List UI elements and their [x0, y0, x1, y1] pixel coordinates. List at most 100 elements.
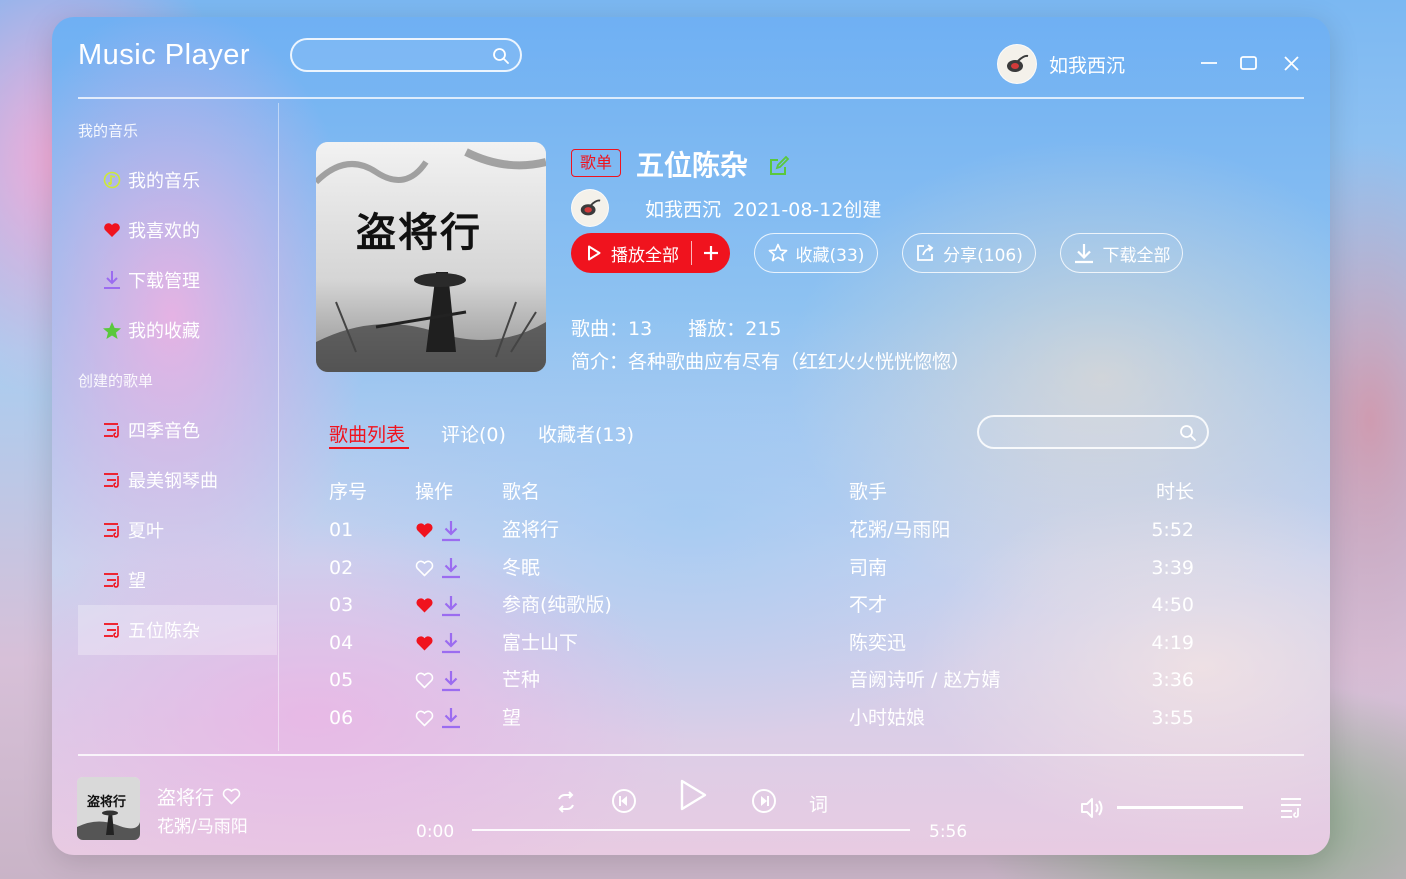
app-window: Music Player 如我西沉 我的音乐 我的音乐 我喜欢的 下载管理 我的… [52, 17, 1330, 855]
play-count: 播放：215 [688, 318, 782, 340]
share-button[interactable]: 分享(106) [902, 233, 1036, 273]
tab-collectors[interactable]: 收藏者(13) [538, 420, 634, 447]
download-icon[interactable] [441, 557, 461, 579]
now-playing-song[interactable]: 盗将行 [157, 783, 214, 810]
table-row[interactable]: 02 冬眠 司南 3:39 [329, 550, 1209, 587]
heart-outline-icon[interactable] [415, 560, 434, 577]
tab-song-list[interactable]: 歌曲列表 [329, 420, 405, 447]
cover-title-text: 盗将行 [356, 209, 482, 256]
row-song-name[interactable]: 冬眠 [502, 550, 540, 587]
row-artist[interactable]: 小时姑娘 [849, 700, 925, 737]
section-title-created: 创建的歌单 [78, 372, 154, 390]
row-song-name[interactable]: 芒种 [502, 662, 540, 699]
creator-name[interactable]: 如我西沉 [645, 195, 721, 222]
download-icon[interactable] [441, 520, 461, 542]
download-icon[interactable] [441, 707, 461, 729]
song-search-box[interactable] [977, 415, 1209, 449]
row-song-name[interactable]: 富士山下 [502, 625, 578, 662]
sidebar-item-liked[interactable]: 我喜欢的 [78, 205, 277, 255]
row-number: 04 [329, 631, 354, 654]
plus-icon [704, 246, 718, 260]
search-box[interactable] [290, 38, 522, 72]
playlist-item[interactable]: 最美钢琴曲 [78, 455, 277, 505]
row-song-name[interactable]: 盗将行 [502, 512, 559, 549]
row-duration: 4:50 [1151, 594, 1194, 616]
search-icon[interactable] [492, 47, 510, 69]
table-row[interactable]: 03 参商(纯歌版) 不才 4:50 [329, 587, 1209, 624]
search-icon[interactable] [1179, 424, 1197, 446]
edit-icon[interactable] [768, 151, 790, 184]
tab-comments[interactable]: 评论(0) [441, 420, 506, 447]
progress-bar[interactable] [472, 829, 910, 831]
row-number: 01 [329, 519, 354, 541]
playlist-label: 夏叶 [128, 521, 164, 542]
volume-button[interactable] [1078, 795, 1106, 821]
now-playing-artist[interactable]: 花粥/马雨阳 [157, 812, 248, 837]
download-icon[interactable] [441, 632, 461, 654]
play-button[interactable] [674, 775, 712, 815]
row-duration: 5:52 [1151, 519, 1194, 541]
volume-slider[interactable] [1117, 806, 1243, 809]
minimize-button[interactable] [1199, 53, 1219, 73]
download-icon[interactable] [441, 670, 461, 692]
row-duration: 3:55 [1151, 706, 1194, 729]
avatar[interactable] [997, 44, 1037, 84]
next-button[interactable] [749, 786, 779, 816]
playlist-item[interactable]: 望 [78, 555, 277, 605]
mini-cover-text: 盗将行 [87, 795, 127, 810]
row-actions [415, 512, 461, 549]
heart-outline-icon[interactable] [415, 672, 434, 689]
row-song-name[interactable]: 望 [502, 700, 521, 737]
header-artist: 歌手 [849, 481, 888, 503]
lyrics-button[interactable]: 词 [809, 790, 828, 817]
row-song-name[interactable]: 参商(纯歌版) [502, 587, 612, 624]
row-artist[interactable]: 花粥/马雨阳 [849, 512, 950, 549]
sidebar-item-label: 下载管理 [128, 271, 200, 292]
sidebar-item-downloads[interactable]: 下载管理 [78, 255, 277, 305]
close-button[interactable] [1281, 53, 1301, 73]
maximize-button[interactable] [1238, 53, 1258, 73]
playlist-item[interactable]: 四季音色 [78, 405, 277, 455]
heart-filled-icon[interactable] [415, 635, 434, 652]
playlist-intro: 简介：各种歌曲应有尽有（红红火火恍恍惚惚） [571, 351, 971, 373]
search-input[interactable] [292, 40, 482, 70]
heart-filled-icon[interactable] [415, 522, 434, 539]
loop-mode-button[interactable] [552, 788, 580, 816]
row-artist[interactable]: 陈奕迅 [849, 625, 906, 662]
playlist-item[interactable]: 夏叶 [78, 505, 277, 555]
user-profile[interactable]: 如我西沉 [997, 44, 1125, 84]
row-actions [415, 700, 461, 737]
playlist-title: 五位陈杂 [636, 144, 790, 184]
heart-outline-icon[interactable] [415, 710, 434, 727]
playlist-queue-button[interactable] [1278, 794, 1304, 820]
table-row[interactable]: 05 芒种 音阙诗听 / 赵方婧 3:36 [329, 662, 1209, 699]
table-row[interactable]: 04 富士山下 陈奕迅 4:19 [329, 625, 1209, 662]
creator-avatar[interactable] [571, 189, 609, 227]
row-artist[interactable]: 司南 [849, 550, 887, 587]
playlist-label: 最美钢琴曲 [128, 471, 218, 492]
sidebar-item-my-music[interactable]: 我的音乐 [78, 155, 277, 205]
collect-button[interactable]: 收藏(33) [754, 233, 878, 273]
play-all-button[interactable]: 播放全部 [571, 241, 691, 266]
playlist-icon [102, 420, 122, 440]
playlist-item-active[interactable]: 五位陈杂 [78, 605, 277, 655]
table-row[interactable]: 06 望 小时姑娘 3:55 [329, 700, 1209, 737]
table-row[interactable]: 01 盗将行 花粥/马雨阳 5:52 [329, 512, 1209, 549]
row-artist[interactable]: 音阙诗听 / 赵方婧 [849, 662, 1000, 699]
add-to-queue-button[interactable] [692, 245, 730, 261]
sidebar-item-favorites[interactable]: 我的收藏 [78, 305, 277, 355]
heart-filled-icon[interactable] [415, 597, 434, 614]
download-all-label: 下载全部 [1102, 245, 1171, 266]
music-note-icon [102, 170, 122, 190]
collect-label: 收藏(33) [795, 245, 865, 266]
sidebar-item-label: 我的收藏 [128, 321, 200, 342]
download-all-button[interactable]: 下载全部 [1060, 233, 1183, 273]
download-icon[interactable] [441, 595, 461, 617]
song-search-input[interactable] [979, 417, 1169, 447]
now-playing-cover[interactable]: 盗将行 [77, 777, 140, 840]
playlist-cover: 盗将行 [316, 142, 546, 372]
row-artist[interactable]: 不才 [849, 587, 887, 624]
now-playing-title: 盗将行 [157, 783, 241, 810]
previous-button[interactable] [609, 786, 639, 816]
user-name[interactable]: 如我西沉 [1049, 51, 1125, 78]
